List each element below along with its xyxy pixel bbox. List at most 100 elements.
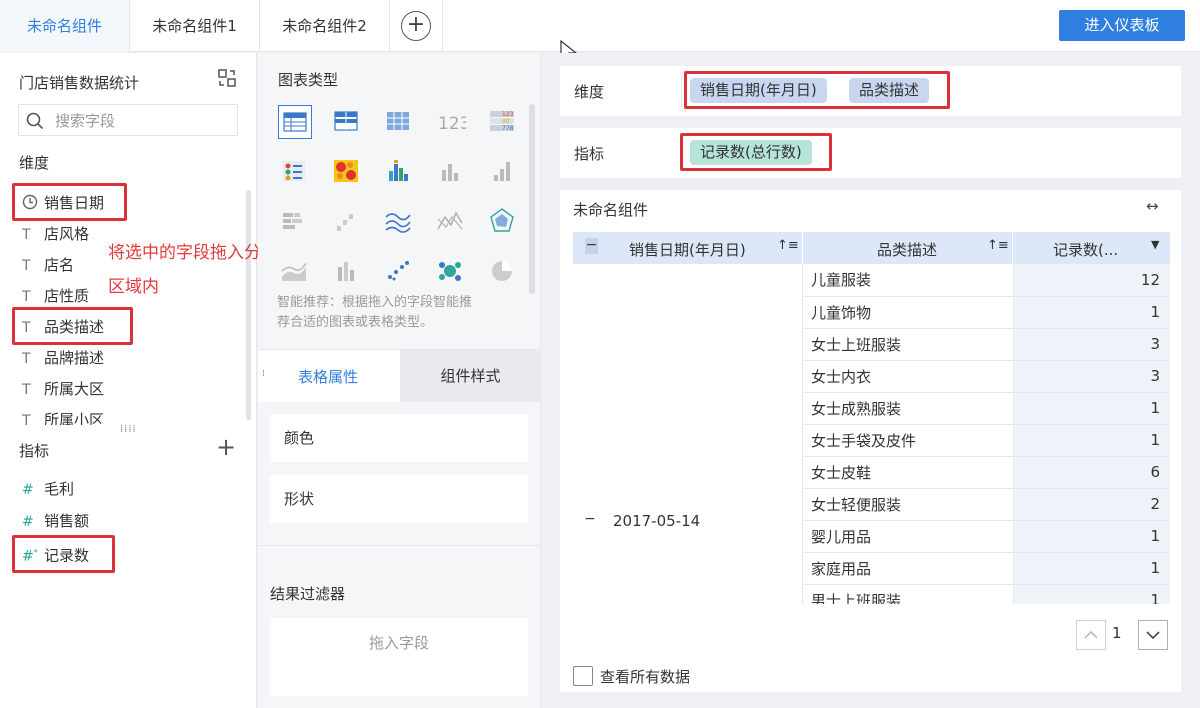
category-cell: 儿童服装 [803, 264, 1014, 297]
resize-handle-icon[interactable]: ⁞⁞⁞⁞ [120, 424, 137, 435]
annotation-text: 区域内 [108, 277, 159, 297]
highlight-box [12, 307, 133, 345]
area-chart-icon[interactable] [278, 255, 312, 289]
table-body: 儿童服装 12 儿童饰物 1 女士上班服装 3 女士内衣 3 女士成熟服装 1 女士手袋及… [803, 264, 1170, 604]
table-row: 儿童饰物 1 [803, 296, 1170, 329]
tab-component[interactable]: 未命名组件 [0, 0, 130, 52]
bubble-chart-icon[interactable] [434, 255, 468, 289]
chart-recommend-hint-line: 智能推荐：根据拖入的字段智能推 [277, 295, 473, 310]
bar-chart-icon[interactable] [434, 155, 468, 189]
sort-icon[interactable]: ↑≡ [777, 238, 799, 253]
number-field-icon: # [22, 482, 34, 498]
collapse-icon[interactable]: − [584, 511, 596, 527]
annotation-text: 将选中的字段拖入分析 [108, 243, 278, 263]
dimension-item[interactable]: T 店风格 [22, 219, 89, 249]
page-number: 1 [1112, 624, 1122, 642]
svg-text:90: 90 [502, 118, 510, 125]
view-all-checkbox[interactable] [573, 666, 593, 686]
table-row: 婴儿用品 1 [803, 520, 1170, 553]
collapse-icon[interactable]: − [585, 238, 598, 254]
text-field-icon: T [22, 258, 31, 274]
table-row: 女士轻便服装 2 [803, 488, 1170, 521]
metric-drop-row[interactable]: 指标 记录数(总行数) [560, 128, 1181, 178]
tab-table-props[interactable]: ⁞ 表格属性 [258, 350, 400, 402]
category-cell: 女士皮鞋 [803, 456, 1014, 489]
table-chart-icon[interactable] [278, 105, 312, 139]
sort-icon[interactable]: ↑≡ [987, 238, 1009, 253]
dimension-row-label: 维度 [574, 83, 605, 101]
detail-table-icon[interactable] [382, 105, 416, 139]
dimension-item[interactable]: T 店名 [22, 250, 74, 280]
fit-width-icon[interactable]: ↔ [1146, 197, 1159, 215]
stacked-column-icon[interactable] [330, 255, 364, 289]
highlight-box [12, 535, 115, 573]
indicator-list-icon[interactable] [278, 155, 312, 189]
filter-drop-zone[interactable]: 拖入字段 [270, 618, 528, 696]
dimension-label: 店性质 [44, 287, 90, 305]
column-chart-icon[interactable] [486, 155, 520, 189]
text-field-icon: T [22, 413, 31, 425]
number-field-icon: # [22, 514, 34, 530]
scatter-chart-icon[interactable] [382, 255, 416, 289]
dimension-item[interactable]: T 所属小区 [22, 405, 104, 425]
date-group-cell: − 2017-05-14 [573, 264, 803, 604]
divider [258, 545, 541, 546]
metric-section-title: 指标 [19, 442, 50, 460]
next-page-button[interactable] [1138, 620, 1168, 650]
category-cell: 儿童饰物 [803, 296, 1014, 329]
column-header-category[interactable]: 品类描述 ↑≡ [803, 232, 1013, 264]
svg-text:778: 778 [502, 125, 514, 132]
date-value: 2017-05-14 [613, 512, 701, 530]
dimension-item[interactable]: T 所属大区 [22, 374, 104, 404]
search-field[interactable]: 搜索字段 [18, 104, 238, 136]
dimension-label: 店名 [44, 256, 75, 274]
radar-chart-icon[interactable] [486, 205, 520, 239]
waterfall-icon[interactable] [330, 205, 364, 239]
enter-dashboard-button[interactable]: 进入仪表板 [1059, 10, 1185, 41]
kpi-card-icon[interactable]: 123 90 778 [486, 105, 520, 139]
prev-page-button[interactable] [1076, 620, 1106, 650]
column-header-date[interactable]: − 销售日期(年月日) ↑≡ [573, 232, 803, 264]
add-tab-icon[interactable]: + [401, 11, 431, 41]
color-property[interactable]: 颜色 [270, 414, 528, 462]
polyline-chart-icon[interactable] [434, 205, 468, 239]
chart-type-scrollbar[interactable] [529, 104, 535, 294]
pie-chart-icon[interactable] [486, 255, 520, 289]
column-header-count[interactable]: 记录数(... ▼ [1013, 232, 1170, 264]
add-metric-icon[interactable]: + [216, 434, 236, 460]
dimension-item[interactable]: T 品牌描述 [22, 343, 104, 373]
heatmap-icon[interactable] [330, 155, 364, 189]
top-bar: 未命名组件 未命名组件1 未命名组件2 + 进入仪表板 [0, 0, 1200, 52]
dropdown-arrow-icon[interactable]: ▼ [1151, 238, 1159, 251]
count-cell: 12 [1013, 264, 1170, 297]
tab-component-2[interactable]: 未命名组件2 [260, 0, 390, 52]
metric-label: 毛利 [44, 480, 75, 498]
result-filter-title: 结果过滤器 [270, 585, 346, 603]
tab-component-style[interactable]: 组件样式 [400, 350, 541, 402]
widget-title: 未命名组件 [573, 201, 649, 219]
dimension-scrollbar[interactable] [246, 190, 251, 420]
metric-item[interactable]: # 毛利 [22, 474, 74, 504]
stacked-bar-icon[interactable] [278, 205, 312, 239]
tab-component-1[interactable]: 未命名组件1 [130, 0, 260, 52]
chevron-up-icon [1084, 630, 1098, 639]
table-row: 女士内衣 3 [803, 360, 1170, 393]
dimension-label: 所属小区 [44, 411, 105, 425]
count-cell: 3 [1013, 360, 1170, 393]
crosstab-chart-icon[interactable] [330, 105, 364, 139]
count-cell: 1 [1013, 296, 1170, 329]
metric-item[interactable]: # 销售额 [22, 506, 89, 536]
chevron-down-icon [1146, 631, 1160, 640]
table-row: 儿童服装 12 [803, 264, 1170, 297]
kpi-number-icon[interactable]: 123 [434, 105, 470, 139]
tab-label: 表格属性 [298, 368, 359, 386]
shape-property[interactable]: 形状 [270, 475, 528, 523]
line-chart-icon[interactable] [382, 205, 416, 239]
count-cell: 1 [1013, 584, 1170, 604]
text-field-icon: T [22, 351, 31, 367]
category-cell: 家庭用品 [803, 552, 1014, 585]
switch-dataset-icon[interactable] [217, 68, 237, 88]
table-row: 家庭用品 1 [803, 552, 1170, 585]
table-row: 女士成熟服装 1 [803, 392, 1170, 425]
grouped-bar-icon[interactable] [382, 155, 416, 189]
